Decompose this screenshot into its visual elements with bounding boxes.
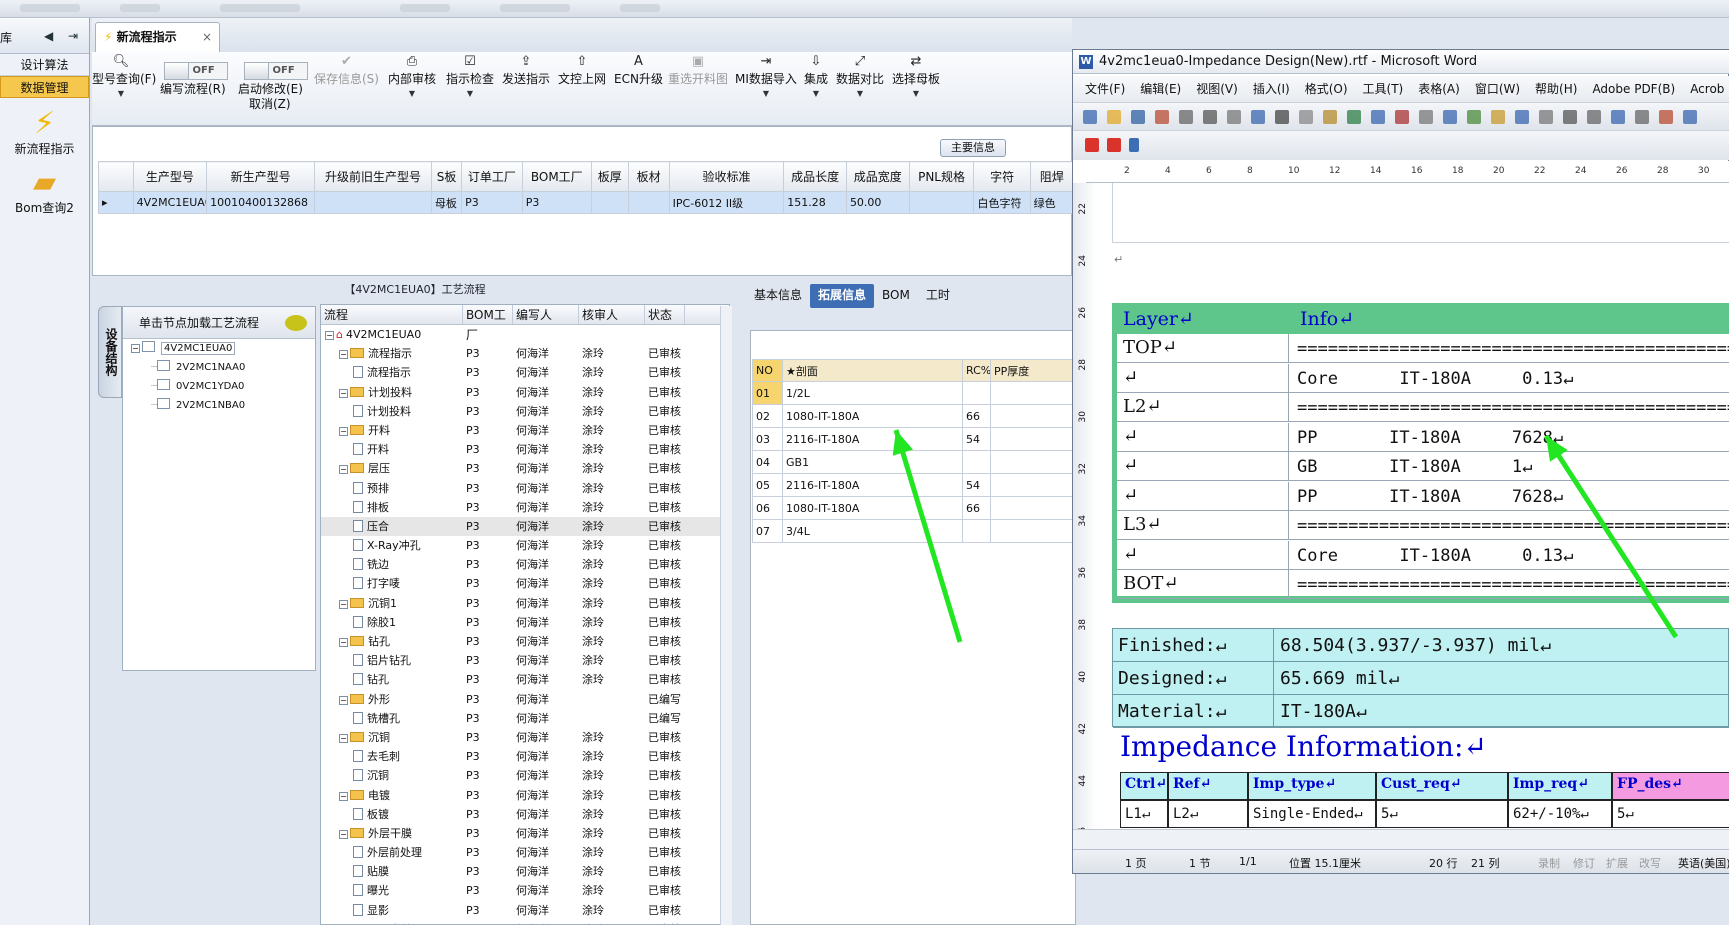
- annotation-arrows: [892, 429, 1679, 643]
- arrow-head: [1546, 436, 1568, 462]
- arrow-shaft: [893, 429, 963, 643]
- annotation-arrow-group: [892, 429, 1679, 643]
- arrow-shaft: [1543, 434, 1679, 639]
- arrow-head: [892, 430, 914, 456]
